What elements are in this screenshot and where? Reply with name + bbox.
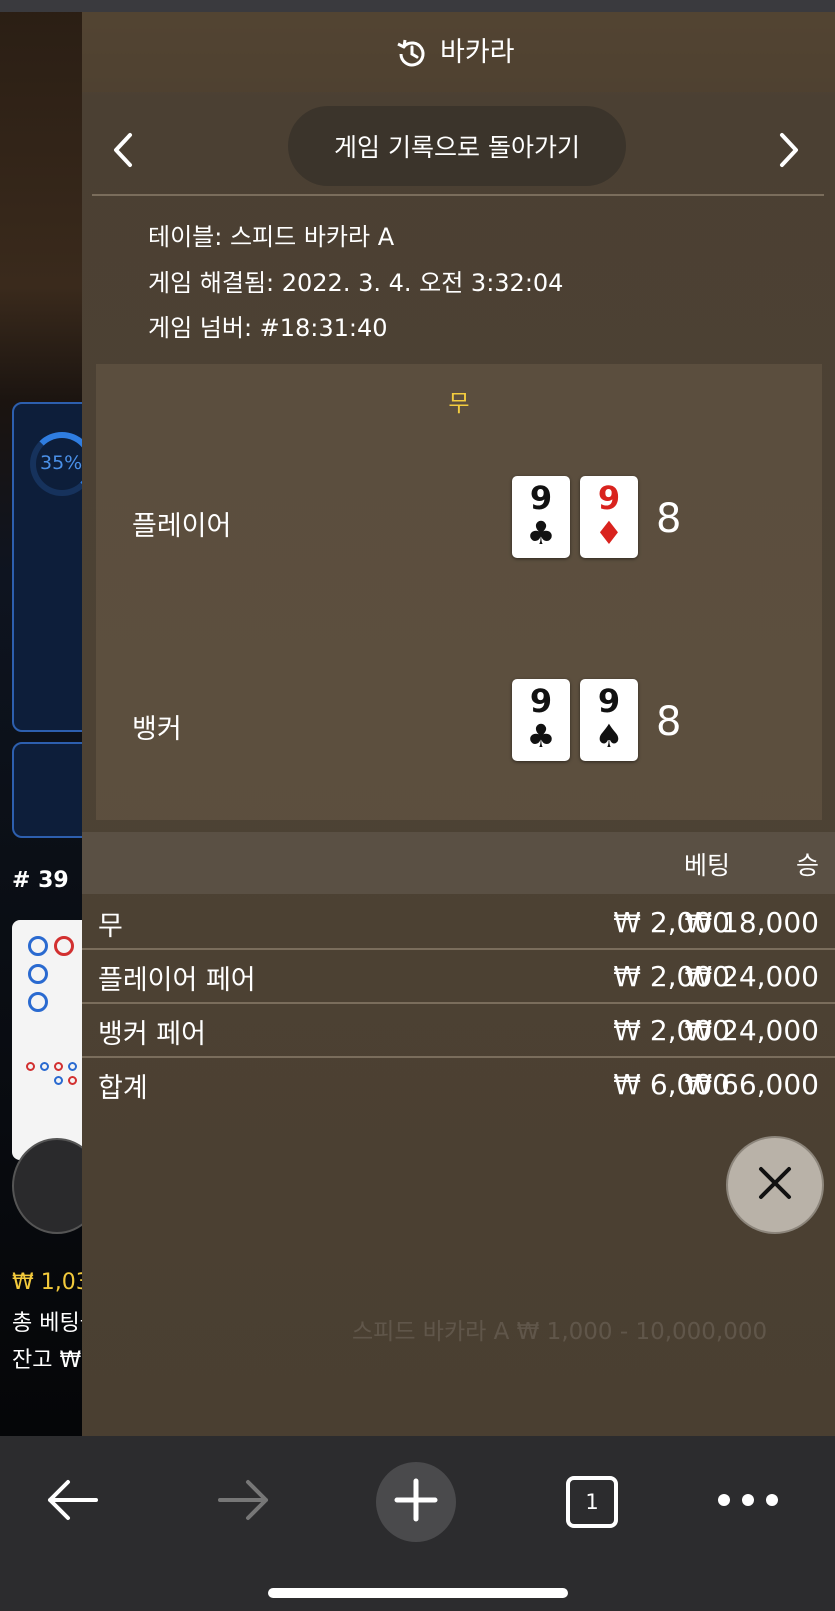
road-mini bbox=[68, 1062, 77, 1071]
info-table: 테이블: 스피드 바카라 A bbox=[148, 223, 395, 251]
total-win-value: ₩ 66,000 bbox=[684, 1068, 819, 1101]
previous-game-button[interactable] bbox=[102, 127, 142, 177]
bg-round-number: # 39 bbox=[12, 868, 69, 893]
bet-win-value: ₩ 24,000 bbox=[684, 1014, 819, 1047]
player-score: 8 bbox=[656, 496, 682, 542]
road-mini bbox=[54, 1062, 63, 1071]
road-mini bbox=[68, 1076, 77, 1085]
bet-column-header: 베팅 bbox=[683, 851, 730, 880]
info-resolved-time: 게임 해결됨: 2022. 3. 4. 오전 3:32:04 bbox=[148, 269, 564, 297]
bet-win: ₩ 18,000 bbox=[684, 906, 819, 939]
close-icon bbox=[755, 1163, 795, 1207]
info-game-number: 게임 넘버: #18:31:40 bbox=[148, 314, 388, 342]
banker-score: 8 bbox=[656, 699, 682, 745]
table-row: 무 ₩ 2,000 ₩ 18,000 bbox=[82, 896, 835, 950]
bets-table-header: 베팅 승 bbox=[82, 832, 835, 894]
club-icon: ♣ bbox=[526, 514, 556, 552]
road-mark bbox=[28, 992, 48, 1012]
banker-card: 9 ♣ bbox=[512, 679, 570, 761]
bet-win: ₩ 24,000 bbox=[684, 1014, 819, 1047]
card-rank: 9 bbox=[529, 479, 553, 517]
tabs-button[interactable]: 1 bbox=[552, 1462, 632, 1542]
table-row: 뱅커 페어 ₩ 2,000 ₩ 24,000 bbox=[82, 1004, 835, 1058]
total-row: 합계 ₩ 6,000 ₩ 66,000 bbox=[82, 1058, 835, 1112]
road-mark bbox=[28, 964, 48, 984]
new-tab-button[interactable] bbox=[376, 1462, 456, 1542]
card-rank: 9 bbox=[597, 682, 621, 720]
divider bbox=[92, 194, 824, 196]
card-rank: 9 bbox=[597, 479, 621, 517]
status-strip bbox=[0, 0, 835, 12]
bet-win: ₩ 24,000 bbox=[684, 960, 819, 993]
player-card: 9 ♣ bbox=[512, 476, 570, 558]
bet-name: 플레이어 페어 bbox=[98, 965, 256, 996]
more-button[interactable] bbox=[708, 1462, 788, 1542]
road-mini bbox=[40, 1062, 49, 1071]
forward-button[interactable] bbox=[204, 1462, 284, 1542]
outcome-label: 무 bbox=[448, 391, 470, 417]
home-indicator[interactable] bbox=[268, 1588, 568, 1598]
tabs-icon: 1 bbox=[566, 1476, 618, 1528]
close-button[interactable] bbox=[726, 1136, 824, 1234]
history-detail-panel: 바카라 게임 기록으로 돌아가기 테이블: 스피드 바카라 A 게임 해결됨: … bbox=[82, 12, 835, 1436]
panel-title: 바카라 bbox=[440, 37, 515, 68]
bet-win-value: ₩ 18,000 bbox=[684, 906, 819, 939]
arrow-left-icon bbox=[44, 1478, 100, 1526]
player-hand-label: 플레이어 bbox=[132, 511, 232, 542]
panel-header: 바카라 bbox=[82, 12, 835, 92]
club-icon: ♣ bbox=[526, 717, 556, 755]
tab-count: 1 bbox=[585, 1490, 599, 1514]
bet-name: 뱅커 페어 bbox=[98, 1019, 206, 1050]
new-tab-circle bbox=[376, 1462, 456, 1542]
back-to-history-button[interactable]: 게임 기록으로 돌아가기 bbox=[288, 106, 626, 186]
total-label: 합계 bbox=[98, 1073, 148, 1104]
bet-win-value: ₩ 24,000 bbox=[684, 960, 819, 993]
player-card: 9 ♦ bbox=[580, 476, 638, 558]
road-mark bbox=[54, 936, 74, 956]
result-box: 무 플레이어 9 ♣ 9 ♦ 8 뱅커 9 ♣ 9 ♠ 8 bbox=[96, 364, 822, 820]
win-column-header: 승 bbox=[795, 851, 819, 880]
chevron-right-icon bbox=[779, 132, 801, 172]
next-game-button[interactable] bbox=[770, 127, 810, 177]
chevron-left-icon bbox=[111, 132, 133, 172]
arrow-right-icon bbox=[216, 1478, 272, 1526]
history-icon bbox=[394, 36, 430, 72]
ghost-table-limits: 스피드 바카라 A ₩ 1,000 - 10,000,000 bbox=[352, 1319, 768, 1345]
banker-hand-label: 뱅커 bbox=[132, 714, 182, 745]
back-button[interactable] bbox=[32, 1462, 112, 1542]
spade-icon: ♠ bbox=[594, 717, 624, 755]
table-row: 플레이어 페어 ₩ 2,000 ₩ 24,000 bbox=[82, 950, 835, 1004]
banker-card: 9 ♠ bbox=[580, 679, 638, 761]
road-mini bbox=[54, 1076, 63, 1085]
total-win: ₩ 66,000 bbox=[684, 1068, 819, 1101]
browser-toolbar: 1 bbox=[0, 1436, 835, 1611]
card-rank: 9 bbox=[529, 682, 553, 720]
road-mark bbox=[28, 936, 48, 956]
more-icon bbox=[716, 1492, 780, 1512]
plus-icon bbox=[394, 1478, 438, 1526]
bet-name: 무 bbox=[98, 911, 123, 942]
diamond-icon: ♦ bbox=[594, 514, 624, 552]
road-mini bbox=[26, 1062, 35, 1071]
bg-stat-percent: 35% bbox=[40, 452, 83, 474]
